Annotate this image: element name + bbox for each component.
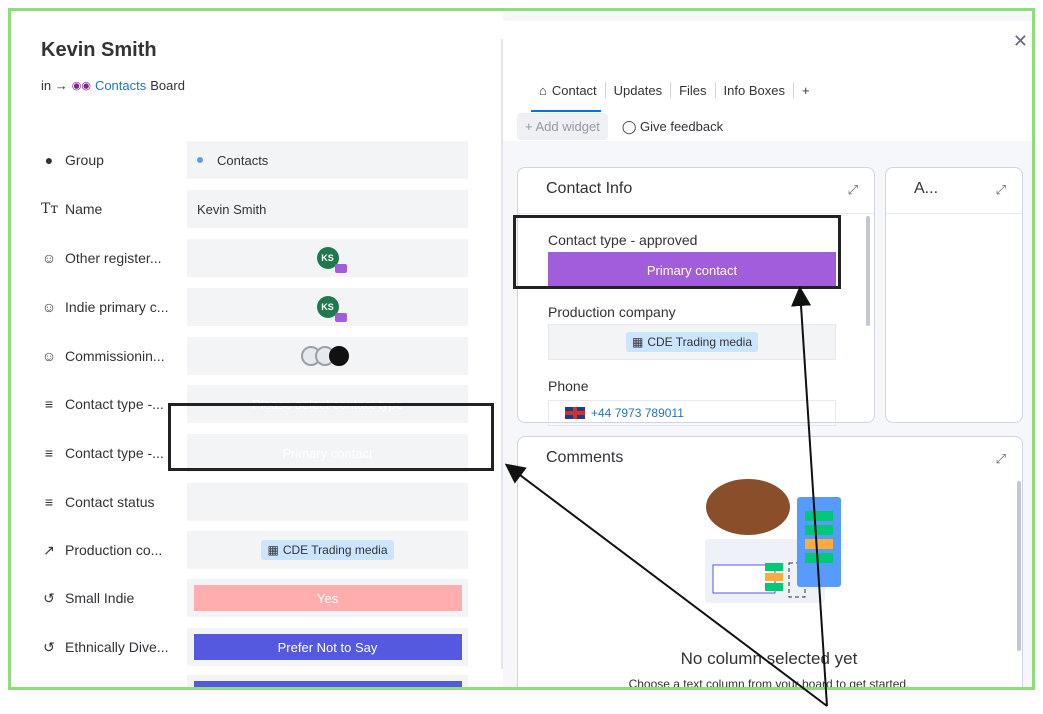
annotation-arrows	[504, 286, 828, 707]
